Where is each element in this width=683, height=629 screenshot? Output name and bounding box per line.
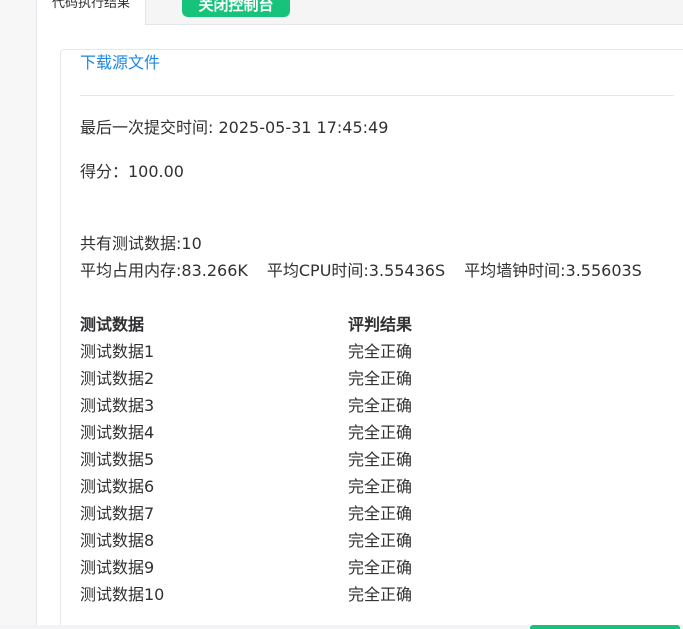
tab-code-result[interactable]: 代码执行结果 [36,0,146,25]
cell-test-name: 测试数据2 [80,369,155,388]
cell-test-name: 测试数据10 [80,585,165,604]
cell-test-name: 测试数据3 [80,396,155,415]
divider [80,95,674,96]
cell-judge-result: 完全正确 [348,342,413,361]
cell-test-name: 测试数据9 [80,558,155,577]
cell-test-name: 测试数据8 [80,531,155,550]
close-console-button[interactable]: 关闭控制台 [182,0,290,17]
stats-row: 平均占用内存:83.266K 平均CPU时间:3.55436S 平均墙钟时间:3.5… [80,260,661,282]
cell-judge-result: 完全正确 [348,477,413,496]
bottom-action-button[interactable] [530,625,680,629]
cell-test-name: 测试数据1 [80,342,155,361]
avg-wall-time: 平均墙钟时间:3.55603S [464,261,642,280]
cell-test-name: 测试数据6 [80,477,155,496]
header-judge-result: 评判结果 [348,315,413,334]
last-submit-time: 最后一次提交时间: 2025-05-31 17:45:49 [80,118,389,137]
cell-test-name: 测试数据7 [80,504,155,523]
cell-judge-result: 完全正确 [348,531,413,550]
result-page: 代码执行结果 关闭控制台 下载源文件 最后一次提交时间: 2025-05-31 … [0,0,683,629]
cell-test-name: 测试数据4 [80,423,155,442]
cell-test-name: 测试数据5 [80,450,155,469]
avg-cpu-time: 平均CPU时间:3.55436S [266,261,446,280]
test-count: 共有测试数据:10 [80,234,202,253]
cell-judge-result: 完全正确 [348,504,413,523]
score-text: 得分：100.00 [80,162,184,181]
cell-judge-result: 完全正确 [348,369,413,388]
header-test-data: 测试数据 [80,315,145,334]
cell-judge-result: 完全正确 [348,423,413,442]
cell-judge-result: 完全正确 [348,450,413,469]
cell-judge-result: 完全正确 [348,396,413,415]
download-source-link[interactable]: 下载源文件 [80,52,160,74]
cell-judge-result: 完全正确 [348,558,413,577]
left-gutter [0,0,37,629]
cell-judge-result: 完全正确 [348,585,413,604]
avg-memory: 平均占用内存:83.266K [80,261,248,280]
